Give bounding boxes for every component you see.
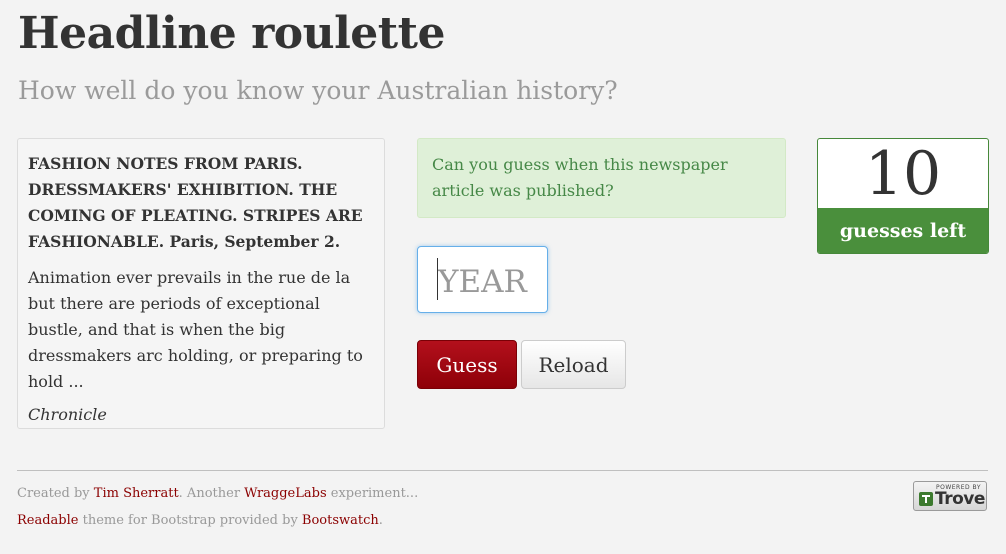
article-snippet: Animation ever prevails in the rue de la… xyxy=(28,268,363,391)
guess-prompt: Can you guess when this newspaper articl… xyxy=(417,138,786,218)
trove-badge[interactable]: POWERED BY Trove xyxy=(913,481,987,511)
trove-logo-icon xyxy=(919,492,933,506)
footer-divider xyxy=(17,470,988,471)
footer-text: experiment... xyxy=(326,486,419,501)
article-card: FASHION NOTES FROM PARIS. DRESSMAKERS' E… xyxy=(17,138,385,429)
trove-name: Trove xyxy=(935,489,985,509)
footer-text: theme for Bootstrap provided by xyxy=(78,513,302,528)
guess-button[interactable]: Guess xyxy=(417,340,517,389)
wraggelabs-link[interactable]: WraggeLabs xyxy=(244,486,326,501)
article-source: Chronicle xyxy=(28,405,107,424)
readable-link[interactable]: Readable xyxy=(17,513,78,528)
guesses-counter: 10 guesses left xyxy=(817,138,989,254)
guesses-label: guesses left xyxy=(818,208,988,253)
guesses-count: 10 xyxy=(864,139,942,209)
footer-text: . Another xyxy=(178,486,245,501)
page-subtitle: How well do you know your Australian his… xyxy=(18,76,618,105)
bootswatch-link[interactable]: Bootswatch xyxy=(302,513,379,528)
footer-theme: Readable theme for Bootstrap provided by… xyxy=(17,513,383,528)
text-cursor xyxy=(437,258,438,300)
author-link[interactable]: Tim Sherratt xyxy=(94,486,179,501)
reload-button[interactable]: Reload xyxy=(521,340,626,389)
page-title: Headline roulette xyxy=(18,8,445,59)
footer-credit: Created by Tim Sherratt. Another WraggeL… xyxy=(17,486,418,501)
footer-text: . xyxy=(378,513,383,528)
footer-text: Created by xyxy=(17,486,94,501)
article-headline: FASHION NOTES FROM PARIS. DRESSMAKERS' E… xyxy=(28,154,363,251)
